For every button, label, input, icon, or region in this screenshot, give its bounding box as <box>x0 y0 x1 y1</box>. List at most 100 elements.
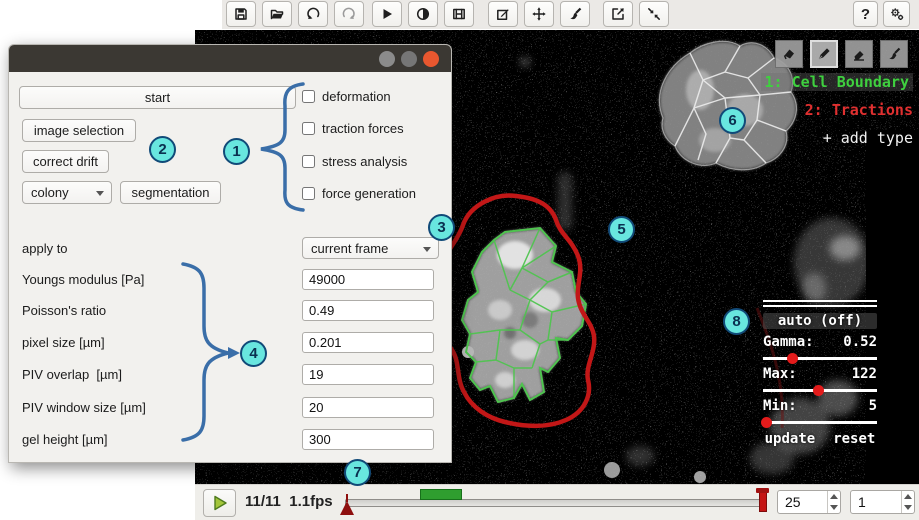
spin-down-icon[interactable] <box>904 505 912 510</box>
reset-button[interactable]: reset <box>833 431 875 447</box>
contrast-button[interactable] <box>408 1 438 27</box>
bright-dot <box>604 462 620 478</box>
annotation-circle-7: 7 <box>344 459 371 486</box>
brush-button[interactable] <box>560 1 590 27</box>
timeline-end-marker[interactable] <box>756 488 769 512</box>
checkbox-label: deformation <box>322 89 391 104</box>
fps-value: 1.1fps <box>289 493 332 510</box>
piv-overlap-label: PIV overlap [µm] <box>22 367 122 382</box>
pixel-size-label: pixel size [µm] <box>22 335 105 350</box>
poissons-ratio-label: Poisson's ratio <box>22 303 106 318</box>
pen-icon <box>816 46 832 62</box>
apply-to-dropdown[interactable]: current frame <box>302 237 439 259</box>
window-button-1[interactable] <box>379 51 395 67</box>
frame-counter-value: 11/11 <box>245 493 281 510</box>
apply-to-value: current frame <box>311 241 388 256</box>
window-titlebar[interactable] <box>9 45 451 72</box>
play-icon <box>379 6 395 22</box>
type-cell-boundary[interactable]: 1: Cell Boundary <box>761 73 914 91</box>
chevron-down-icon <box>96 191 104 196</box>
redo-button[interactable] <box>334 1 364 27</box>
skip-frames-spinbox[interactable] <box>777 490 841 514</box>
max-label: Max: <box>763 366 797 382</box>
apply-to-label: apply to <box>22 241 68 256</box>
stress-analysis-checkbox[interactable] <box>302 155 315 168</box>
mode-dropdown[interactable]: colony <box>22 181 112 204</box>
export-button[interactable] <box>603 1 633 27</box>
brush-tool-button[interactable] <box>880 40 908 68</box>
piv-window-size-field[interactable] <box>302 397 434 418</box>
youngs-modulus-field[interactable] <box>302 269 434 290</box>
fill-tool-button[interactable] <box>775 40 803 68</box>
checkbox-label: force generation <box>322 186 416 201</box>
add-type-button[interactable]: + add type <box>823 129 913 147</box>
timeline-play-button[interactable] <box>203 489 236 517</box>
correct-drift-button[interactable]: correct drift <box>22 150 109 173</box>
max-slider[interactable] <box>763 389 877 392</box>
frame-counter: 11/11 1.1fps <box>245 493 333 510</box>
step-spinbox[interactable] <box>850 490 915 514</box>
gel-height-field[interactable] <box>302 429 434 450</box>
min-label: Min: <box>763 398 797 414</box>
force-generation-checkbox[interactable] <box>302 187 315 200</box>
contrast-panel: auto (off) Gamma: 0.52 Max: 122 Min: 5 u… <box>763 300 877 447</box>
undo-button[interactable] <box>298 1 328 27</box>
min-slider[interactable] <box>763 421 877 424</box>
save-button[interactable] <box>226 1 256 27</box>
move-button[interactable] <box>524 1 554 27</box>
deformation-checkbox[interactable] <box>302 90 315 103</box>
annotation-circle-4: 4 <box>240 340 267 367</box>
timeline-marked-range <box>420 489 462 500</box>
traction-forces-checkbox[interactable] <box>302 122 315 135</box>
auto-contrast-button[interactable]: auto (off) <box>763 313 877 329</box>
bright-dot <box>694 471 706 483</box>
mode-dropdown-value: colony <box>31 185 69 200</box>
shrink-arrows-icon <box>646 6 662 22</box>
open-folder-icon <box>269 6 285 22</box>
help-button[interactable]: ? <box>853 1 878 27</box>
open-button[interactable] <box>262 1 292 27</box>
start-button[interactable]: start <box>19 86 296 109</box>
gamma-slider[interactable] <box>763 357 877 360</box>
edit-icon <box>495 6 511 22</box>
min-value: 5 <box>869 398 877 414</box>
image-selection-button[interactable]: image selection <box>22 119 136 142</box>
pixel-size-field[interactable] <box>302 332 434 353</box>
spinbox-arrows[interactable] <box>827 491 840 513</box>
min-slider-handle[interactable] <box>761 417 772 428</box>
timeline-bar: 11/11 1.1fps <box>195 484 919 520</box>
annotation-circle-8: 8 <box>723 308 750 335</box>
play-button[interactable] <box>372 1 402 27</box>
annotation-circle-2: 2 <box>149 136 176 163</box>
window-close-button[interactable] <box>423 51 439 67</box>
redo-icon <box>341 6 357 22</box>
spin-down-icon[interactable] <box>830 505 838 510</box>
eraser-icon <box>851 46 867 62</box>
checkbox-row: traction forces <box>302 121 404 136</box>
pen-tool-button[interactable] <box>810 40 838 68</box>
fit-view-button[interactable] <box>639 1 669 27</box>
update-button[interactable]: update <box>765 431 816 447</box>
spin-up-icon[interactable] <box>830 494 838 499</box>
gamma-label: Gamma: <box>763 334 814 350</box>
eraser-tool-button[interactable] <box>845 40 873 68</box>
max-value: 122 <box>852 366 877 382</box>
type-tractions[interactable]: 2: Tractions <box>805 101 913 119</box>
poissons-ratio-field[interactable] <box>302 300 434 321</box>
max-slider-handle[interactable] <box>813 385 824 396</box>
window-button-2[interactable] <box>401 51 417 67</box>
skip-frames-input[interactable] <box>778 491 827 513</box>
segmentation-button[interactable]: segmentation <box>120 181 221 204</box>
frames-button[interactable] <box>444 1 474 27</box>
edit-marker-button[interactable] <box>488 1 518 27</box>
chevron-down-icon <box>423 247 431 252</box>
gamma-slider-handle[interactable] <box>787 353 798 364</box>
timeline-start-marker[interactable] <box>340 501 354 515</box>
piv-overlap-field[interactable] <box>302 364 434 385</box>
timeline-track[interactable] <box>345 499 767 507</box>
spinbox-arrows[interactable] <box>901 491 914 513</box>
spin-up-icon[interactable] <box>904 494 912 499</box>
step-input[interactable] <box>851 491 901 513</box>
annotation-circle-3: 3 <box>428 214 455 241</box>
settings-button[interactable] <box>883 1 910 27</box>
